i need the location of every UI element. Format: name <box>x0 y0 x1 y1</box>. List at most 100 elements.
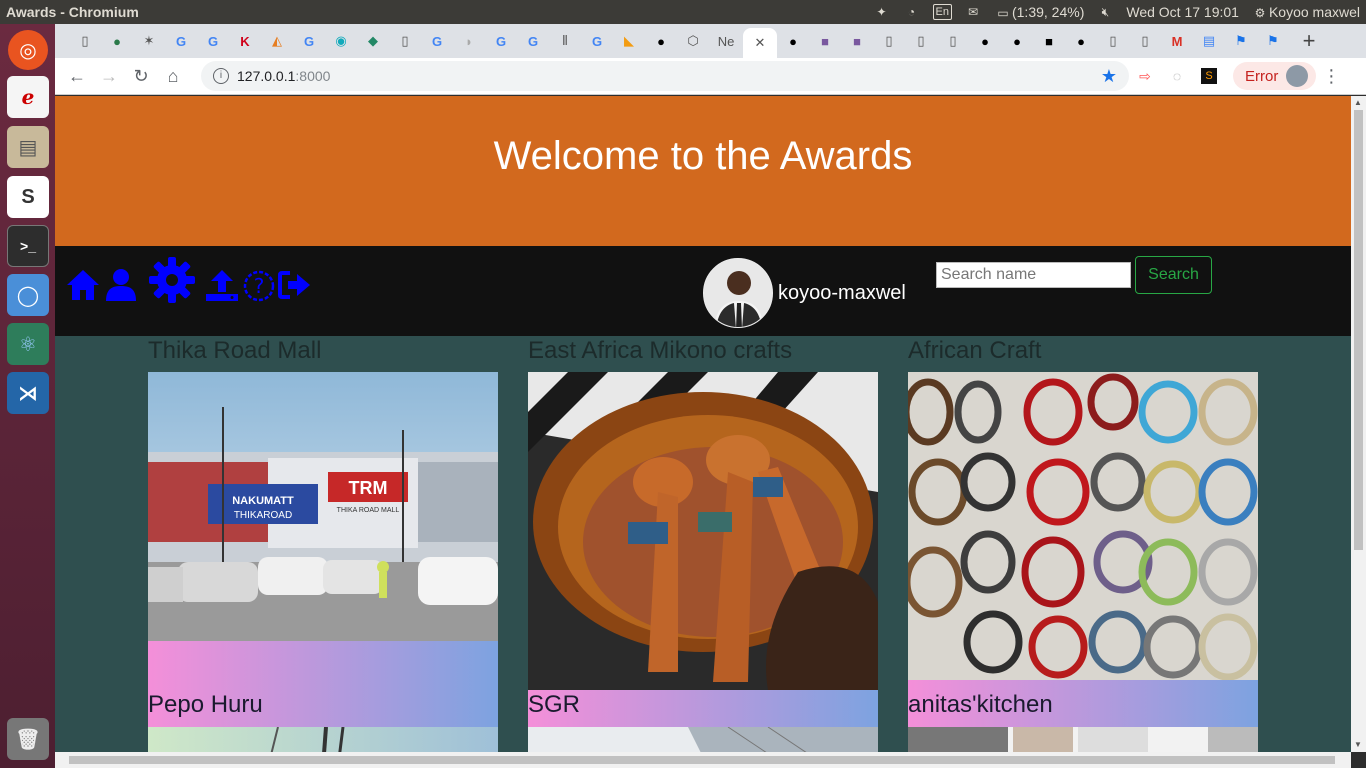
vscode-icon[interactable]: ⋊ <box>7 372 49 414</box>
tab-google[interactable]: G <box>485 27 517 55</box>
tab-page[interactable]: ▯ <box>1097 27 1129 55</box>
tab-k[interactable]: K <box>229 27 261 55</box>
ubuntu-dash-icon[interactable]: ◎ <box>8 30 48 70</box>
profile-error-button[interactable]: Error <box>1233 62 1317 90</box>
project-card[interactable]: African Craft anitas'kitchen <box>908 338 1258 752</box>
tab-github[interactable]: ● <box>969 27 1001 55</box>
battery-indicator[interactable]: ▭ (1:39, 24%) <box>994 4 1084 20</box>
tab-app[interactable]: ◣ <box>613 27 645 55</box>
username[interactable]: koyoo-maxwel <box>778 282 906 305</box>
trash-icon[interactable]: 🗑︎ <box>7 718 49 760</box>
vertical-scrollbar[interactable]: ▲ ▼ <box>1351 96 1366 752</box>
project-card[interactable]: Thika Road Mall TRM THIKA ROAD MALL NAKU… <box>148 338 498 752</box>
user-icon[interactable] <box>104 268 138 302</box>
card-title[interactable]: Thika Road Mall <box>148 338 498 364</box>
text-editor-icon[interactable]: ℯ <box>7 76 49 118</box>
tab-page[interactable]: ▯ <box>1129 27 1161 55</box>
dropbox-icon[interactable]: ✦ <box>873 5 891 19</box>
search-input[interactable] <box>936 262 1131 288</box>
next-card-image[interactable] <box>148 727 498 752</box>
tab-medium[interactable]: ■ <box>1033 27 1065 55</box>
scrollbar-thumb[interactable] <box>1354 110 1363 550</box>
tab-page[interactable]: ▯ <box>905 27 937 55</box>
next-card-image[interactable] <box>528 727 878 752</box>
tab-page[interactable]: ▯ <box>389 27 421 55</box>
tab-gmail[interactable]: M <box>1161 27 1193 55</box>
card-image[interactable] <box>528 372 878 690</box>
tab-awards-active[interactable]: ✕ <box>743 28 777 58</box>
tab-github[interactable]: ● <box>777 27 809 55</box>
chromium-icon[interactable]: ◯ <box>7 274 49 316</box>
tab-heroku[interactable]: ■ <box>841 27 873 55</box>
clock[interactable]: Wed Oct 17 19:01 <box>1126 4 1239 20</box>
search-button[interactable]: Search <box>1135 256 1212 294</box>
files-icon[interactable]: ▤ <box>7 126 49 168</box>
sign-out-icon[interactable] <box>278 270 312 300</box>
keyboard-layout[interactable]: En <box>932 4 952 20</box>
tab-flag[interactable]: ⚑ <box>1257 27 1289 55</box>
card-image[interactable] <box>908 372 1258 680</box>
tab-github[interactable]: ● <box>1065 27 1097 55</box>
bookmark-star-icon[interactable]: ★ <box>1101 66 1117 87</box>
tab-app[interactable]: ✶ <box>133 27 165 55</box>
card-caption[interactable]: SGR <box>528 691 580 719</box>
project-card[interactable]: East Africa Mikono crafts SGR <box>528 338 878 752</box>
tab-app[interactable]: ◗ <box>453 27 485 55</box>
tab-codepen[interactable]: ⬡ <box>677 27 709 55</box>
card-title[interactable]: African Craft <box>908 338 1258 364</box>
tab-app[interactable]: ⫴ <box>549 27 581 55</box>
tab-page[interactable]: ▯ <box>873 27 905 55</box>
tab-google[interactable]: G <box>197 27 229 55</box>
tab-app[interactable]: ● <box>101 27 133 55</box>
tab-google[interactable]: G <box>517 27 549 55</box>
tab-github[interactable]: ● <box>1001 27 1033 55</box>
tab-github[interactable]: ● <box>645 27 677 55</box>
forward-arrow-icon[interactable]: → <box>93 66 125 87</box>
terminal-icon[interactable]: >_ <box>7 225 49 267</box>
tab-app[interactable]: ◉ <box>325 27 357 55</box>
horizontal-scrollbar[interactable] <box>55 752 1351 768</box>
tab-google[interactable]: G <box>165 27 197 55</box>
reload-icon[interactable]: ↻ <box>125 66 157 87</box>
wifi-icon[interactable]: ◔ <box>903 5 921 19</box>
session-menu[interactable]: ⚙ Koyoo maxwel <box>1251 4 1360 20</box>
scroll-up-icon[interactable]: ▲ <box>1354 98 1362 107</box>
help-icon[interactable]: ? <box>243 270 275 302</box>
mail-icon[interactable]: ✉ <box>964 5 982 19</box>
next-card-image[interactable] <box>908 727 1258 752</box>
upload-icon[interactable] <box>205 268 239 302</box>
home-icon[interactable]: ⌂ <box>157 66 189 87</box>
tab-google[interactable]: G <box>293 27 325 55</box>
atom-icon[interactable]: ⚛ <box>7 323 49 365</box>
user-profile[interactable]: koyoo-maxwel <box>703 258 906 328</box>
tab-page[interactable]: ▯ <box>69 27 101 55</box>
scroll-down-icon[interactable]: ▼ <box>1354 740 1362 749</box>
extension-s-icon[interactable]: S <box>1201 68 1217 84</box>
card-image[interactable]: TRM THIKA ROAD MALL NAKUMATT THIKAROAD <box>148 372 498 642</box>
tab-google[interactable]: G <box>421 27 453 55</box>
avatar[interactable] <box>703 258 773 328</box>
tab-ne[interactable]: Ne <box>709 27 743 55</box>
card-caption[interactable]: Pepo Huru <box>148 691 263 719</box>
info-icon[interactable]: i <box>213 68 229 84</box>
tab-google[interactable]: G <box>581 27 613 55</box>
scrollbar-thumb[interactable] <box>69 756 1335 764</box>
tab-app[interactable]: ◭ <box>261 27 293 55</box>
card-title[interactable]: East Africa Mikono crafts <box>528 338 878 364</box>
close-tab-icon[interactable]: ✕ <box>755 35 766 51</box>
extension-icon[interactable]: ⇨ <box>1129 68 1161 85</box>
home-icon[interactable] <box>65 268 101 302</box>
volume-muted-icon[interactable]: 🔇︎ <box>1096 5 1114 19</box>
tab-app[interactable]: ◆ <box>357 27 389 55</box>
address-bar[interactable]: i 127.0.0.1:8000 ★ <box>201 61 1129 91</box>
tab-page[interactable]: ▯ <box>937 27 969 55</box>
extension-icon[interactable]: ◌ <box>1161 68 1193 84</box>
new-tab-button[interactable]: + <box>1289 27 1329 55</box>
tab-flag[interactable]: ⚑ <box>1225 27 1257 55</box>
gear-icon[interactable] <box>148 256 196 304</box>
tab-docs[interactable]: ▤ <box>1193 27 1225 55</box>
back-arrow-icon[interactable]: ← <box>61 66 93 87</box>
slack-icon[interactable]: S <box>7 176 49 218</box>
card-caption[interactable]: anitas'kitchen <box>908 691 1053 719</box>
tab-heroku[interactable]: ■ <box>809 27 841 55</box>
